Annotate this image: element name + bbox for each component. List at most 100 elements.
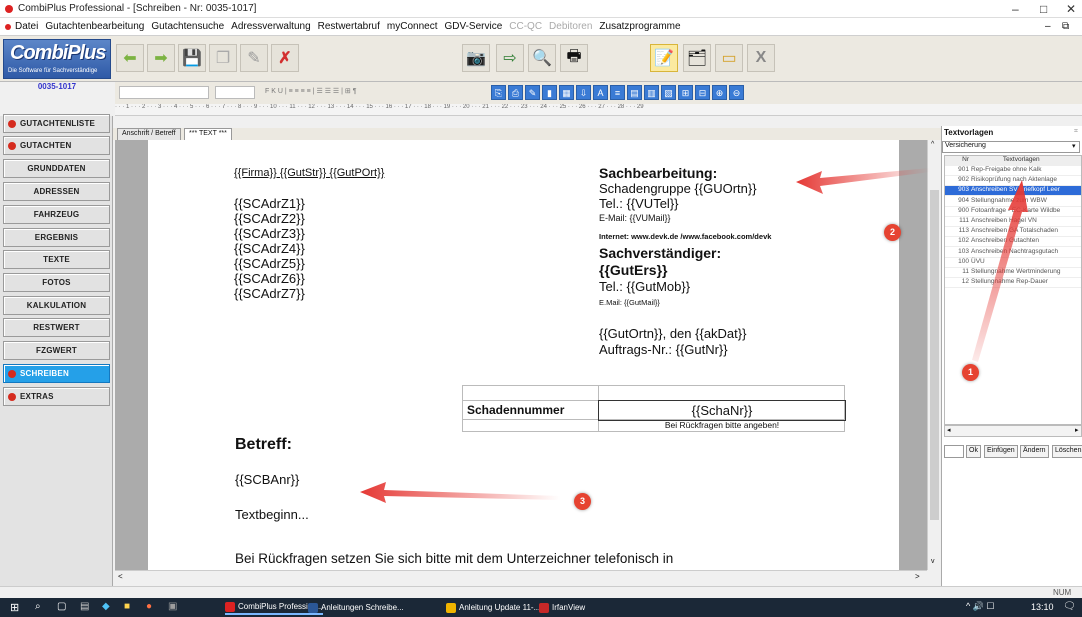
print-preview-icon[interactable]: 🔍: [528, 44, 556, 72]
format-tool-icon-1[interactable]: ⎙: [508, 85, 523, 100]
format-tool-icon-10[interactable]: ▧: [661, 85, 676, 100]
scroll-right-icon[interactable]: >: [915, 572, 920, 581]
inner-restore-button[interactable]: ⧉: [1062, 21, 1069, 32]
template-input[interactable]: [944, 445, 964, 458]
menu-item-6[interactable]: GDV-Service: [444, 21, 502, 32]
template-row[interactable]: 102 Anschreiben Gutachten: [945, 237, 1081, 248]
ok-button[interactable]: Ok: [966, 445, 981, 458]
close-button[interactable]: ✕: [1066, 2, 1076, 16]
menu-item-5[interactable]: myConnect: [387, 21, 438, 32]
folder-icon[interactable]: ▭: [715, 44, 743, 72]
template-row[interactable]: 901 Rep-Freigabe ohne Kalk: [945, 166, 1081, 176]
format-tool-icon-6[interactable]: A: [593, 85, 608, 100]
pinned-app-icon-1[interactable]: ▤: [80, 601, 89, 612]
format-tool-icon-8[interactable]: ▤: [627, 85, 642, 100]
taskbar-task[interactable]: Anleitung Update 11-...: [446, 600, 540, 615]
menu-item-1[interactable]: Gutachtenbearbeitung: [45, 21, 144, 32]
edit-icon[interactable]: ✎: [240, 44, 268, 72]
sidebar-item-gutachtenliste[interactable]: GUTACHTENLISTE: [3, 114, 110, 133]
format-tool-icon-4[interactable]: ▦: [559, 85, 574, 100]
format-tool-icon-13[interactable]: ⊕: [712, 85, 727, 100]
font-size-select[interactable]: [215, 86, 255, 99]
scroll-left-icon[interactable]: <: [118, 572, 123, 581]
chevron-down-icon[interactable]: ▾: [1072, 142, 1076, 150]
scroll-up-icon[interactable]: ^: [931, 141, 934, 148]
clock[interactable]: 13:10: [1031, 602, 1054, 612]
write-icon[interactable]: 📝: [650, 44, 678, 72]
sidebar-item-fzgwert[interactable]: FZGWERT: [3, 341, 110, 360]
sidebar-item-gutachten[interactable]: GUTACHTEN: [3, 136, 110, 155]
sidebar-item-adressen[interactable]: ADRESSEN: [3, 182, 110, 201]
template-row[interactable]: 111 Anschreiben Hagel VN: [945, 217, 1081, 227]
sidebar-item-texte[interactable]: TEXTE: [3, 250, 110, 269]
sidebar-item-restwert[interactable]: RESTWERT: [3, 318, 110, 337]
export-icon[interactable]: ⇨: [496, 44, 524, 72]
horizontal-scrollbar[interactable]: < >: [115, 570, 927, 583]
system-tray-icons[interactable]: ^ 🔊 ☐: [966, 601, 995, 612]
menu-item-2[interactable]: Gutachtensuche: [151, 21, 224, 32]
search-icon[interactable]: ⌕: [35, 601, 41, 612]
format-tool-icon-5[interactable]: ⇩: [576, 85, 591, 100]
menu-item-4[interactable]: Restwertabruf: [318, 21, 380, 32]
back-arrow-icon[interactable]: ⬅: [116, 44, 144, 72]
template-row[interactable]: 11 Stellungnahme Wertminderung: [945, 268, 1081, 278]
sidebar-item-schreiben[interactable]: SCHREIBEN: [3, 364, 110, 383]
format-tool-icon-0[interactable]: ⎘: [491, 85, 506, 100]
list-scroll-right-icon[interactable]: ▸: [1075, 426, 1079, 434]
format-tool-icon-3[interactable]: ▮: [542, 85, 557, 100]
notification-icon[interactable]: 🗨: [1063, 601, 1076, 612]
sidebar-item-ergebnis[interactable]: ERGEBNIS: [3, 228, 110, 247]
camera-icon[interactable]: 📷: [462, 44, 490, 72]
template-row[interactable]: 103 Anschreiben Nachtragsgutach: [945, 248, 1081, 258]
sidebar-item-extras[interactable]: EXTRAS: [3, 387, 110, 406]
sidebar-item-grunddaten[interactable]: GRUNDDATEN: [3, 159, 110, 178]
text-style-buttons[interactable]: F K U | ≡ ≡ ≡ ≡ | ☰ ☰ ☰ | ⊞ ¶: [265, 87, 356, 95]
template-row[interactable]: 100 ÜVU: [945, 258, 1081, 268]
scroll-down-icon[interactable]: v: [931, 558, 935, 565]
sidebar-item-kalkulation[interactable]: KALKULATION: [3, 296, 110, 315]
menu-item-disabled-0[interactable]: CC-QC: [509, 21, 542, 32]
pin-icon[interactable]: ⌗: [1074, 128, 1078, 136]
tab-anschrift-betreff[interactable]: Anschrift / Betreff: [117, 128, 181, 140]
menu-item-zusatzprogramme[interactable]: Zusatzprogramme: [599, 21, 680, 32]
template-row[interactable]: 903 Anschreiben SV Briefkopf Leer: [945, 186, 1081, 197]
taskbar-task[interactable]: IrfanView: [539, 600, 585, 615]
format-tool-icon-9[interactable]: ▥: [644, 85, 659, 100]
sidebar-item-fotos[interactable]: FOTOS: [3, 273, 110, 292]
save-icon[interactable]: 💾: [178, 44, 206, 72]
aendern-button[interactable]: Ändern: [1020, 445, 1049, 458]
print-icon[interactable]: 🖶: [560, 44, 588, 72]
cancel-icon[interactable]: X: [747, 44, 775, 72]
template-row[interactable]: 113 Anschreiben GA Totalschaden: [945, 227, 1081, 238]
loeschen-button[interactable]: Löschen: [1052, 445, 1082, 458]
template-list[interactable]: Nr Textvorlagen 901 Rep-Freigabe ohne Kal…: [944, 155, 1082, 425]
template-row[interactable]: 904 Stellungnahme zum WBW: [945, 197, 1081, 207]
template-row[interactable]: 902 Risikoprüfung nach Aktenlage: [945, 176, 1081, 187]
windows-start-icon[interactable]: ⊞: [10, 601, 19, 614]
template-row[interactable]: 12 Stellungnahme Rep-Dauer: [945, 278, 1081, 289]
einfuegen-button[interactable]: Einfügen: [984, 445, 1018, 458]
inner-minimize-button[interactable]: –: [1045, 21, 1051, 32]
sidebar-item-fahrzeug[interactable]: FAHRZEUG: [3, 205, 110, 224]
task-view-icon[interactable]: ▢: [57, 601, 66, 612]
forward-arrow-icon[interactable]: ➡: [147, 44, 175, 72]
template-row[interactable]: 900 Fotoanfrage - EC-Karte Wildbe: [945, 207, 1081, 217]
pinned-app-icon-3[interactable]: ■: [124, 601, 130, 612]
copy-icon[interactable]: ❐: [209, 44, 237, 72]
format-tool-icon-7[interactable]: ≡: [610, 85, 625, 100]
taskbar-task[interactable]: Anleitungen Schreibe...: [308, 600, 404, 615]
maximize-button[interactable]: □: [1040, 2, 1047, 16]
vertical-scrollbar[interactable]: ^ v: [927, 140, 940, 570]
category-select[interactable]: Versicherung ▾: [942, 141, 1080, 153]
delete-icon[interactable]: ✗: [271, 44, 299, 72]
tab-text[interactable]: *** TEXT ***: [184, 128, 232, 140]
scroll-thumb[interactable]: [930, 190, 939, 520]
pinned-app-icon-5[interactable]: ▣: [168, 601, 177, 612]
list-scroll-left-icon[interactable]: ◂: [947, 426, 951, 434]
format-tool-icon-12[interactable]: ⊟: [695, 85, 710, 100]
minimize-button[interactable]: –: [1012, 2, 1019, 16]
pinned-app-icon-2[interactable]: ◆: [102, 601, 110, 612]
template-icon[interactable]: 🗂: [683, 44, 711, 72]
font-select[interactable]: [119, 86, 209, 99]
menu-item-disabled-1[interactable]: Debitoren: [549, 21, 592, 32]
